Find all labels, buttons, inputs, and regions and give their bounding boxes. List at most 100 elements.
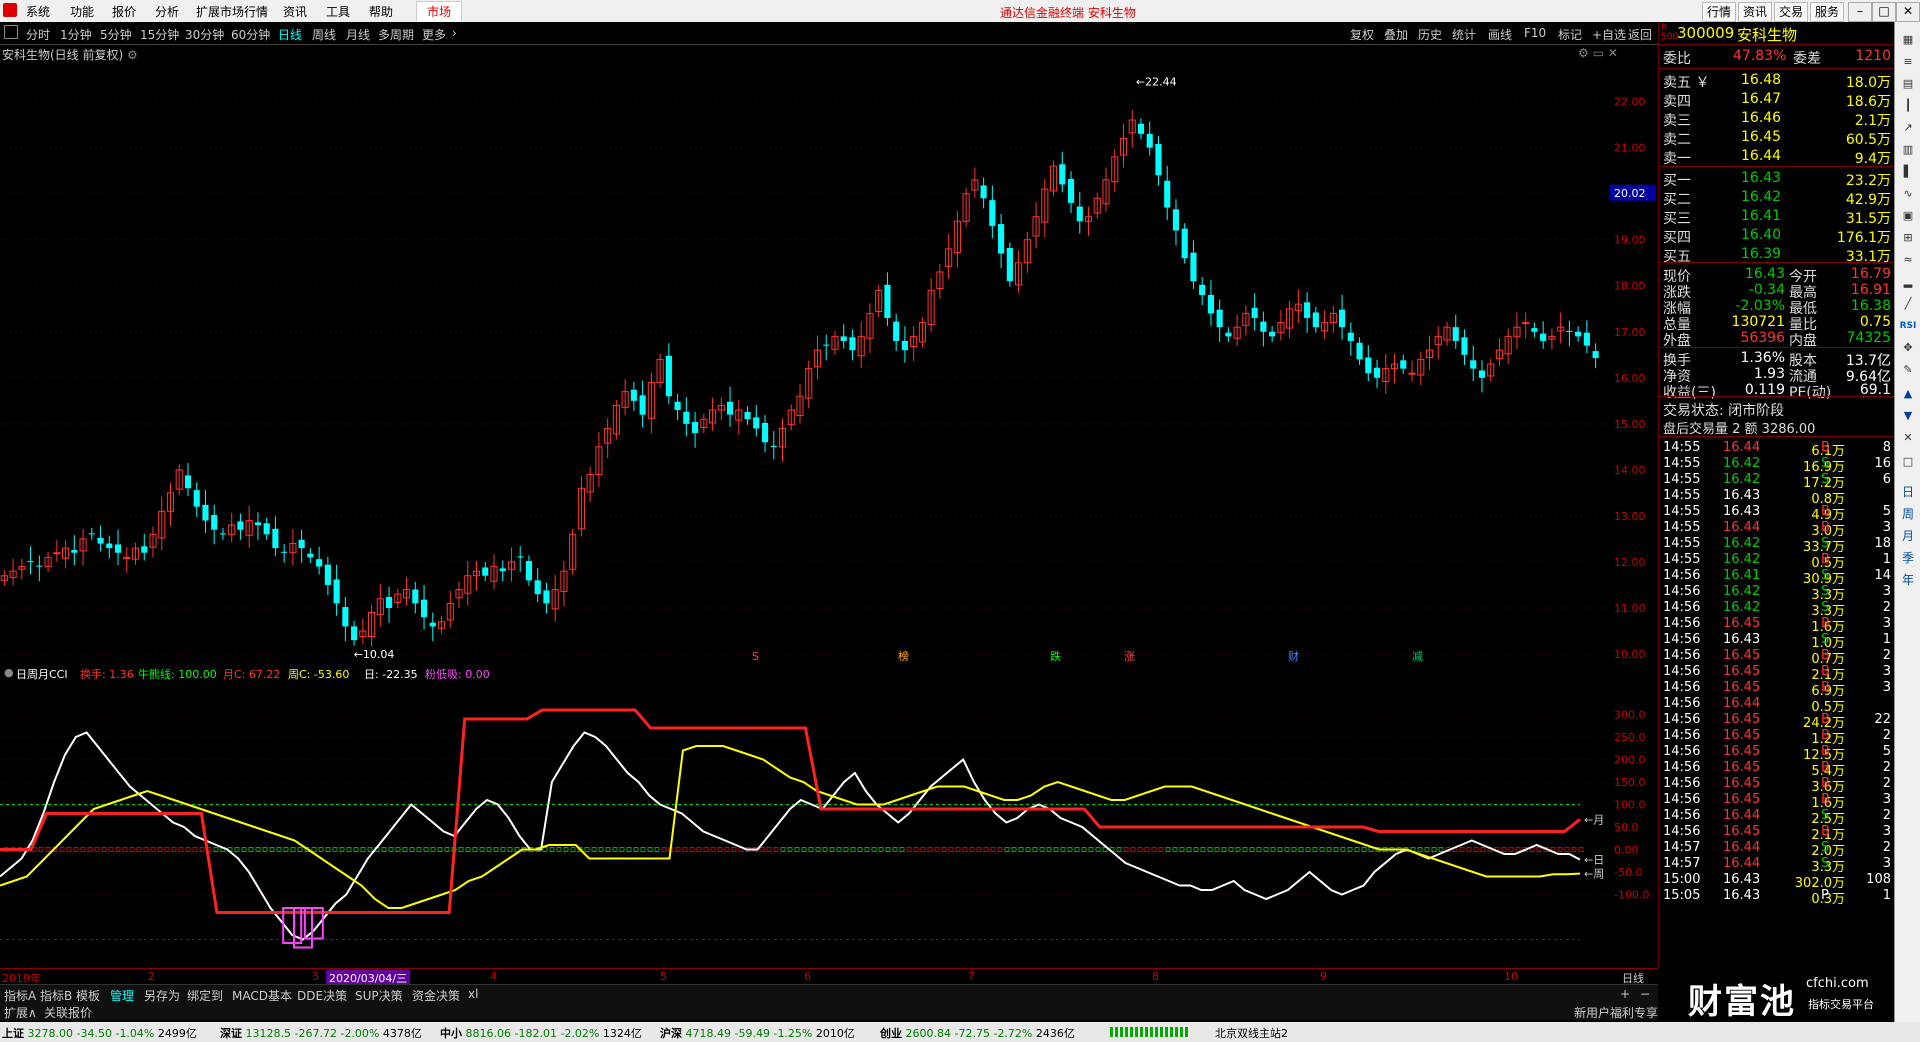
toolbar-list-icon[interactable]: ≡ <box>1898 52 1918 72</box>
ask-row[interactable]: 卖四 16.47 18.6万 <box>1663 91 1893 110</box>
menu-function[interactable]: 功能 <box>70 3 94 20</box>
toolbar-cross-icon[interactable]: ✕ <box>1898 428 1918 448</box>
toolbar-month-icon[interactable]: 月 <box>1898 526 1918 546</box>
toolbar-table-icon[interactable]: ⊞ <box>1898 228 1918 248</box>
menu-help[interactable]: 帮助 <box>369 3 393 20</box>
bid-row[interactable]: 买四 16.40 176.1万 <box>1663 227 1893 246</box>
toolbar-line-icon[interactable]: ╱ <box>1898 294 1918 314</box>
toolbar-grid-icon[interactable]: ▦ <box>1898 30 1918 50</box>
index-quote[interactable]: 上证 3278.00 -34.50 -1.04% 2499亿 <box>2 1025 197 1041</box>
period-fenshi[interactable]: 分时 <box>26 26 50 43</box>
candle-body <box>1067 178 1075 203</box>
toolbar-rsi-icon[interactable]: RSI <box>1898 316 1918 336</box>
index-quote[interactable]: 深证 13128.5 -267.72 -2.00% 4378亿 <box>220 1025 422 1041</box>
candle-body <box>1575 331 1582 337</box>
tick-price: 16.45 <box>1723 744 1761 759</box>
cci-tick-label: 100.0 <box>1614 799 1646 812</box>
period-60min[interactable]: 60分钟 <box>231 26 270 43</box>
period-daily[interactable]: 日线 <box>278 26 302 43</box>
chevron-right-icon[interactable]: › <box>452 26 457 40</box>
toolbar-week-icon[interactable]: 周 <box>1898 504 1918 524</box>
chart-window-controls[interactable]: ⚙ ▭ ✕ <box>1578 46 1618 60</box>
xaxis-label: 9 <box>1320 970 1327 983</box>
period-monthly[interactable]: 月线 <box>346 26 370 43</box>
bid-row[interactable]: 买二 16.42 42.9万 <box>1663 189 1893 208</box>
tool-mark[interactable]: 标记 <box>1558 26 1582 43</box>
menu-analysis[interactable]: 分析 <box>155 3 179 20</box>
toolbar-move-icon[interactable]: ✥ <box>1898 338 1918 358</box>
toolbar-wave-icon[interactable]: ∿ <box>1898 184 1918 204</box>
tool-f10[interactable]: F10 <box>1524 26 1546 40</box>
top-btn-service[interactable]: 服务 <box>1810 2 1845 22</box>
minimize-icon[interactable]: – <box>1848 2 1872 22</box>
toolbar-curve-icon[interactable]: ≈ <box>1898 250 1918 270</box>
server-name[interactable]: 北京双线主站2 <box>1215 1025 1288 1041</box>
toolbar-kline-icon[interactable]: ┃ <box>1898 96 1918 116</box>
toolbar-chart-icon[interactable]: ▤ <box>1898 74 1918 94</box>
tool-stats[interactable]: 统计 <box>1452 26 1476 43</box>
ask-row[interactable]: 卖一 16.44 9.4万 <box>1663 148 1893 167</box>
tab-xl[interactable]: xl <box>468 987 478 1001</box>
toolbar-up-icon[interactable]: ▲ <box>1898 384 1918 404</box>
menu-news[interactable]: 资讯 <box>283 3 307 20</box>
tool-add-favorite[interactable]: +自选 <box>1592 26 1626 43</box>
panel-toggle-icon[interactable] <box>4 25 18 39</box>
bid-row[interactable]: 买三 16.41 31.5万 <box>1663 208 1893 227</box>
toolbar-volume-icon[interactable]: ▂ <box>1898 272 1918 292</box>
stock-name: 安科生物 <box>1737 26 1798 44</box>
indicator-name[interactable]: 日周月CCI <box>16 666 68 682</box>
maximize-icon[interactable]: □ <box>1872 2 1896 22</box>
index-quote[interactable]: 沪深 4718.49 -59.49 -1.25% 2010亿 <box>660 1025 855 1041</box>
index-quote[interactable]: 创业 2600.84 -72.75 -2.72% 2436亿 <box>880 1025 1075 1041</box>
toolbar-pencil-icon[interactable]: ✎ <box>1898 360 1918 380</box>
menu-quote[interactable]: 报价 <box>112 3 136 20</box>
tool-history[interactable]: 历史 <box>1418 26 1442 43</box>
toolbar-day-icon[interactable]: 日 <box>1898 482 1918 502</box>
candle-body <box>53 552 61 555</box>
period-15min[interactable]: 15分钟 <box>140 26 179 43</box>
toolbar-down-icon[interactable]: ▼ <box>1898 406 1918 426</box>
candlestick-chart[interactable]: ←22.44 ←10.04 S 榜 跌 涨 财 减 <box>0 44 1610 664</box>
menu-system[interactable]: 系统 <box>26 3 50 20</box>
tool-back[interactable]: 返回 <box>1628 26 1652 43</box>
toolbar-candle-icon[interactable]: ▌ <box>1898 162 1918 182</box>
toolbar-year-icon[interactable]: 年 <box>1898 570 1918 590</box>
top-btn-trade[interactable]: 交易 <box>1774 2 1809 22</box>
add-icon[interactable]: + <box>1620 987 1630 1001</box>
toolbar-box-icon[interactable]: ▣ <box>1898 206 1918 226</box>
index-quote[interactable]: 中小 8816.06 -182.01 -2.02% 1324亿 <box>440 1025 642 1041</box>
ask-row[interactable]: 卖五 ￥ 16.48 18.0万 <box>1663 72 1893 91</box>
related-quote-button[interactable]: 关联报价 <box>44 1004 92 1021</box>
indicator-collapse-icon[interactable]: ● <box>4 666 14 679</box>
period-5min[interactable]: 5分钟 <box>100 26 132 43</box>
toolbar-quarter-icon[interactable]: 季 <box>1898 548 1918 568</box>
top-btn-news[interactable]: 资讯 <box>1738 2 1773 22</box>
ask-row[interactable]: 卖三 16.46 2.1万 <box>1663 110 1893 129</box>
menu-ext-market[interactable]: 扩展市场行情 <box>196 3 268 20</box>
period-1min[interactable]: 1分钟 <box>60 26 92 43</box>
period-30min[interactable]: 30分钟 <box>185 26 224 43</box>
market-tab[interactable]: 市场 <box>416 1 463 23</box>
top-btn-market[interactable]: 行情 <box>1702 2 1737 22</box>
tool-overlay[interactable]: 叠加 <box>1384 26 1408 43</box>
close-icon[interactable]: ✕ <box>1896 2 1920 22</box>
candle-body <box>272 528 279 549</box>
cci-indicator-chart[interactable]: ←日←周 ←月 <box>0 682 1610 974</box>
ask-row[interactable]: 卖二 16.45 60.5万 <box>1663 129 1893 148</box>
menu-tools[interactable]: 工具 <box>326 3 350 20</box>
ask-label: 卖五 ￥ <box>1663 75 1710 91</box>
period-multi[interactable]: 多周期 <box>378 26 414 43</box>
toolbar-trend-icon[interactable]: ↗ <box>1898 118 1918 138</box>
period-weekly[interactable]: 周线 <box>312 26 336 43</box>
period-more[interactable]: 更多 <box>422 26 446 43</box>
tool-draw[interactable]: 画线 <box>1488 26 1512 43</box>
expand-button[interactable]: 扩展∧ <box>4 1004 37 1021</box>
bid-row[interactable]: 买一 16.43 23.2万 <box>1663 170 1893 189</box>
settings-gear-icon[interactable]: ⚙ <box>127 48 138 62</box>
tick-row: 15:00 16.43 302.0万 108 <box>1663 872 1893 891</box>
toolbar-bars-icon[interactable]: ▥ <box>1898 140 1918 160</box>
remove-icon[interactable]: − <box>1640 987 1650 1001</box>
toolbar-square-icon[interactable]: □ <box>1898 452 1918 472</box>
promo-link[interactable]: 新用户福利专享 <box>1574 1004 1658 1021</box>
tool-restore-rights[interactable]: 复权 <box>1350 26 1374 43</box>
